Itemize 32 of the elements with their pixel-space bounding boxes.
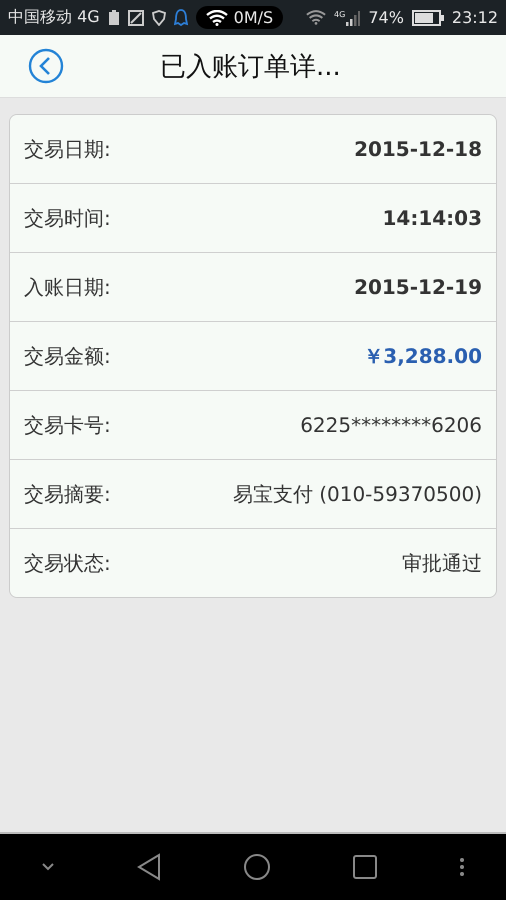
battery-icon [412,10,444,26]
battery-percent: 74% [368,8,404,27]
field-label: 交易金额: [24,342,111,370]
wifi-icon [206,10,228,26]
penguin-icon [174,8,188,26]
clock-time: 23:12 [452,8,498,27]
page-title: 已入账订单详... [160,50,341,84]
field-value: 6225********6206 [300,413,482,437]
field-value: 审批通过 [402,550,482,576]
back-nav-button[interactable] [136,853,162,881]
field-value: 2015-12-19 [354,275,482,299]
field-label: 入账日期: [24,274,111,300]
field-label: 交易日期: [24,136,111,162]
field-value: 2015-12-18 [354,137,482,161]
field-label: 交易状态: [24,550,111,576]
field-value: 易宝支付 (010-59370500) [232,480,482,508]
signal-icon [346,10,360,26]
carrier-text: 中国移动 4G [8,7,100,28]
field-label: 交易时间: [24,204,111,232]
shield-icon [152,10,166,26]
field-label: 交易摘要: [24,480,111,508]
collapse-button[interactable] [40,862,55,872]
network-speed: 0M/S [234,8,274,27]
amount-value: ￥3,288.00 [363,342,482,370]
field-label: 交易卡号: [24,412,111,438]
wifi-icon [306,10,326,25]
field-value: 14:14:03 [382,206,482,230]
recent-apps-button[interactable] [352,854,378,880]
network-type: 4G [334,10,346,18]
back-button[interactable] [28,48,64,84]
home-button[interactable] [242,853,271,881]
more-button[interactable] [459,857,466,877]
